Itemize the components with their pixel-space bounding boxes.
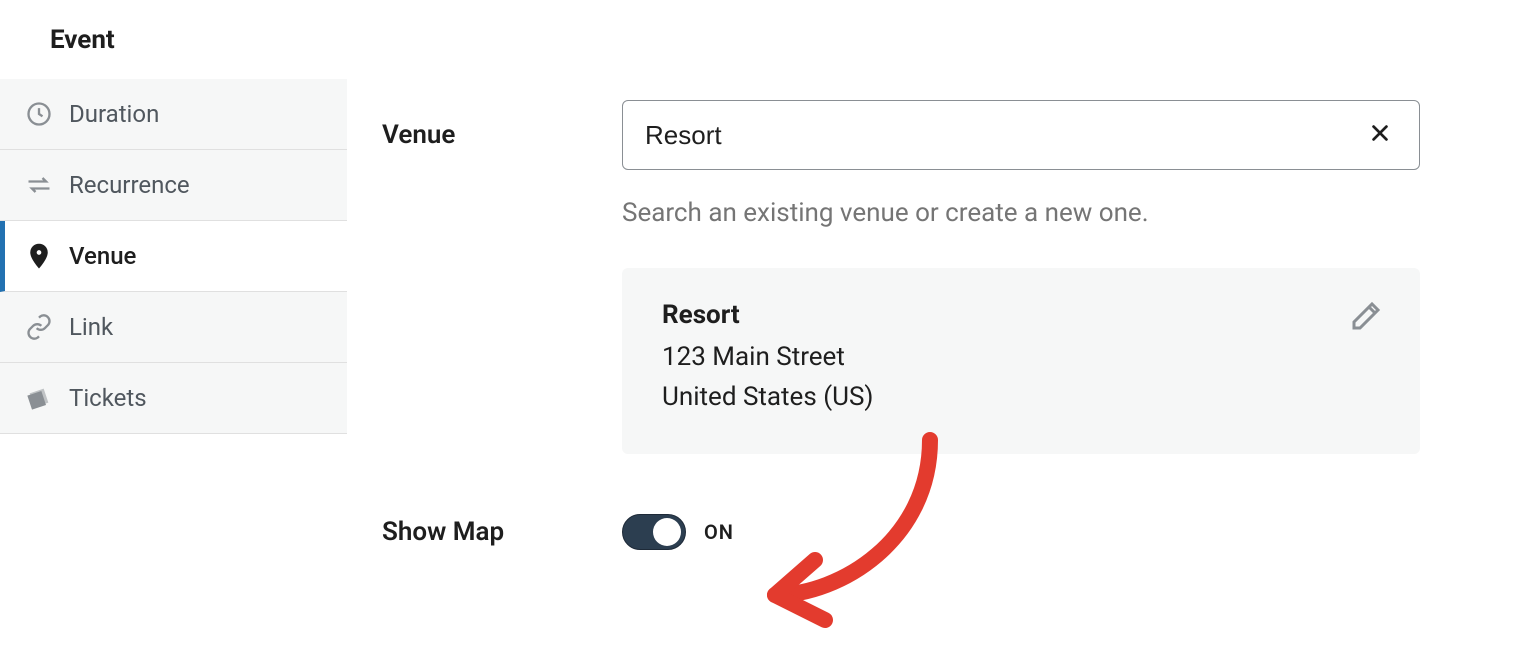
toggle-state-label: ON	[704, 520, 734, 544]
pin-icon	[25, 242, 53, 270]
close-icon	[1369, 122, 1391, 149]
showmap-field-label: Show Map	[382, 517, 622, 547]
sidebar: Event Duration Recurrence Venue Link	[0, 0, 347, 658]
venue-result-card: Resort 123 Main Street United States (US…	[622, 268, 1420, 454]
sidebar-item-label: Duration	[69, 100, 159, 128]
main-panel: Venue Search an existing venue or create…	[347, 0, 1540, 658]
sidebar-item-label: Venue	[69, 242, 136, 270]
sidebar-item-venue[interactable]: Venue	[0, 221, 347, 292]
ticket-icon	[25, 384, 53, 412]
venue-field-label: Venue	[382, 100, 622, 454]
sidebar-item-tickets[interactable]: Tickets	[0, 363, 347, 434]
venue-search-input[interactable]	[645, 120, 1363, 151]
link-icon	[25, 313, 53, 341]
venue-help-text: Search an existing venue or create a new…	[622, 198, 1420, 228]
sidebar-item-recurrence[interactable]: Recurrence	[0, 150, 347, 221]
venue-card-address: 123 Main Street	[662, 342, 1380, 372]
repeat-icon	[25, 171, 53, 199]
venue-card-country: United States (US)	[662, 382, 1380, 412]
sidebar-item-duration[interactable]: Duration	[0, 79, 347, 150]
clear-button[interactable]	[1363, 116, 1397, 155]
sidebar-item-label: Tickets	[69, 384, 147, 412]
clock-icon	[25, 100, 53, 128]
toggle-knob	[653, 518, 681, 546]
edit-venue-button[interactable]	[1348, 298, 1384, 338]
section-title: Event	[0, 0, 347, 79]
sidebar-item-label: Recurrence	[69, 171, 190, 199]
sidebar-item-link[interactable]: Link	[0, 292, 347, 363]
venue-card-name: Resort	[662, 300, 1380, 330]
venue-input-wrap	[622, 100, 1420, 170]
sidebar-item-label: Link	[69, 313, 113, 341]
showmap-toggle[interactable]	[622, 514, 686, 550]
pencil-icon	[1348, 319, 1384, 338]
